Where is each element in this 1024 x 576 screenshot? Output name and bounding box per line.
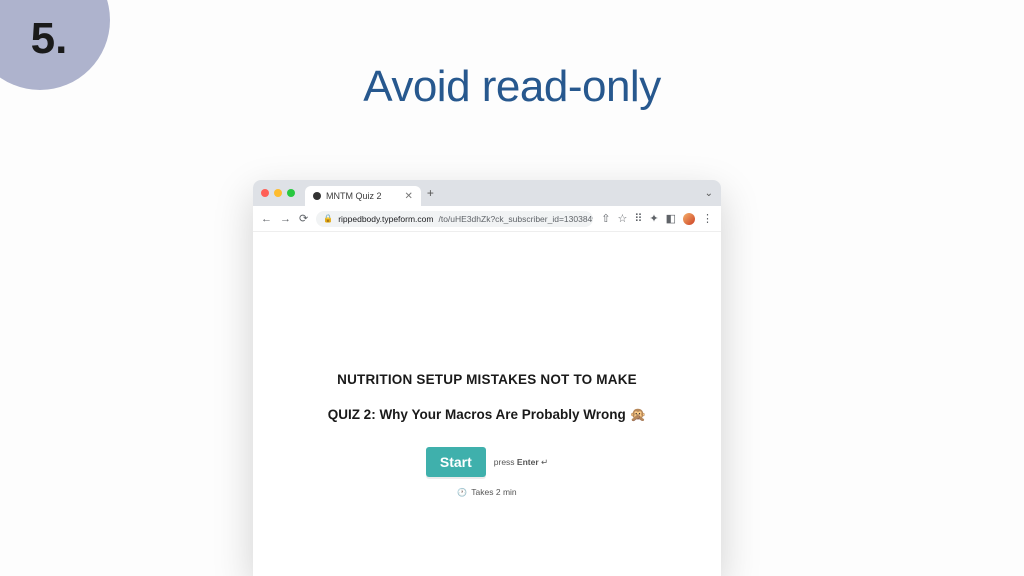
hint-suffix: ↵ (539, 457, 548, 467)
toolbar-right: ⇧ ☆ ⠿ ✦ ◧ ⋮ (601, 212, 713, 225)
url-path: /to/uHE3dhZk?ck_subscriber_id=1303849921… (438, 214, 593, 224)
puzzle-icon[interactable]: ✦ (649, 212, 658, 225)
duration-text: Takes 2 min (471, 487, 516, 497)
browser-tab[interactable]: MNTM Quiz 2 ✕ (305, 186, 421, 206)
hint-key: Enter (517, 457, 539, 467)
tab-favicon-icon (313, 192, 321, 200)
quiz-heading: NUTRITION SETUP MISTAKES NOT TO MAKE (283, 372, 691, 387)
clock-icon: 🕐 (457, 488, 467, 497)
browser-toolbar: ← → ⟳ 🔒 rippedbody.typeform.com/to/uHE3d… (253, 206, 721, 232)
start-row: Start press Enter ↵ (283, 447, 691, 477)
expand-icon[interactable]: ⌄ (705, 188, 713, 199)
lock-icon: 🔒 (323, 214, 333, 223)
close-window-icon[interactable] (261, 189, 269, 197)
slide-title: Avoid read-only (0, 62, 1024, 112)
menu-icon[interactable]: ⋮ (702, 212, 713, 225)
bookmark-icon[interactable]: ☆ (617, 212, 627, 225)
page-content: NUTRITION SETUP MISTAKES NOT TO MAKE QUI… (253, 232, 721, 576)
panel-icon[interactable]: ◧ (666, 212, 676, 225)
start-hint: press Enter ↵ (494, 457, 548, 468)
forward-button[interactable]: → (280, 213, 291, 225)
quiz-subheading: QUIZ 2: Why Your Macros Are Probably Wro… (283, 407, 691, 423)
browser-window: MNTM Quiz 2 ✕ + ⌄ ← → ⟳ 🔒 rippedbody.typ… (253, 180, 721, 576)
quiz-intro: NUTRITION SETUP MISTAKES NOT TO MAKE QUI… (253, 372, 721, 497)
slide-number: 5. (31, 14, 68, 64)
address-bar[interactable]: 🔒 rippedbody.typeform.com/to/uHE3dhZk?ck… (316, 211, 593, 227)
browser-titlebar: MNTM Quiz 2 ✕ + ⌄ (253, 180, 721, 206)
reload-button[interactable]: ⟳ (299, 212, 308, 225)
duration-row: 🕐 Takes 2 min (283, 487, 691, 497)
minimize-window-icon[interactable] (274, 189, 282, 197)
hint-prefix: press (494, 457, 517, 467)
new-tab-button[interactable]: + (427, 186, 434, 200)
profile-avatar[interactable] (683, 213, 695, 225)
tab-close-icon[interactable]: ✕ (405, 191, 413, 202)
maximize-window-icon[interactable] (287, 189, 295, 197)
share-icon[interactable]: ⇧ (601, 212, 610, 225)
window-controls (261, 189, 295, 197)
tab-title: MNTM Quiz 2 (326, 191, 382, 201)
extension-icon[interactable]: ⠿ (634, 212, 642, 225)
start-button[interactable]: Start (426, 447, 486, 477)
back-button[interactable]: ← (261, 213, 272, 225)
url-host: rippedbody.typeform.com (338, 214, 433, 224)
